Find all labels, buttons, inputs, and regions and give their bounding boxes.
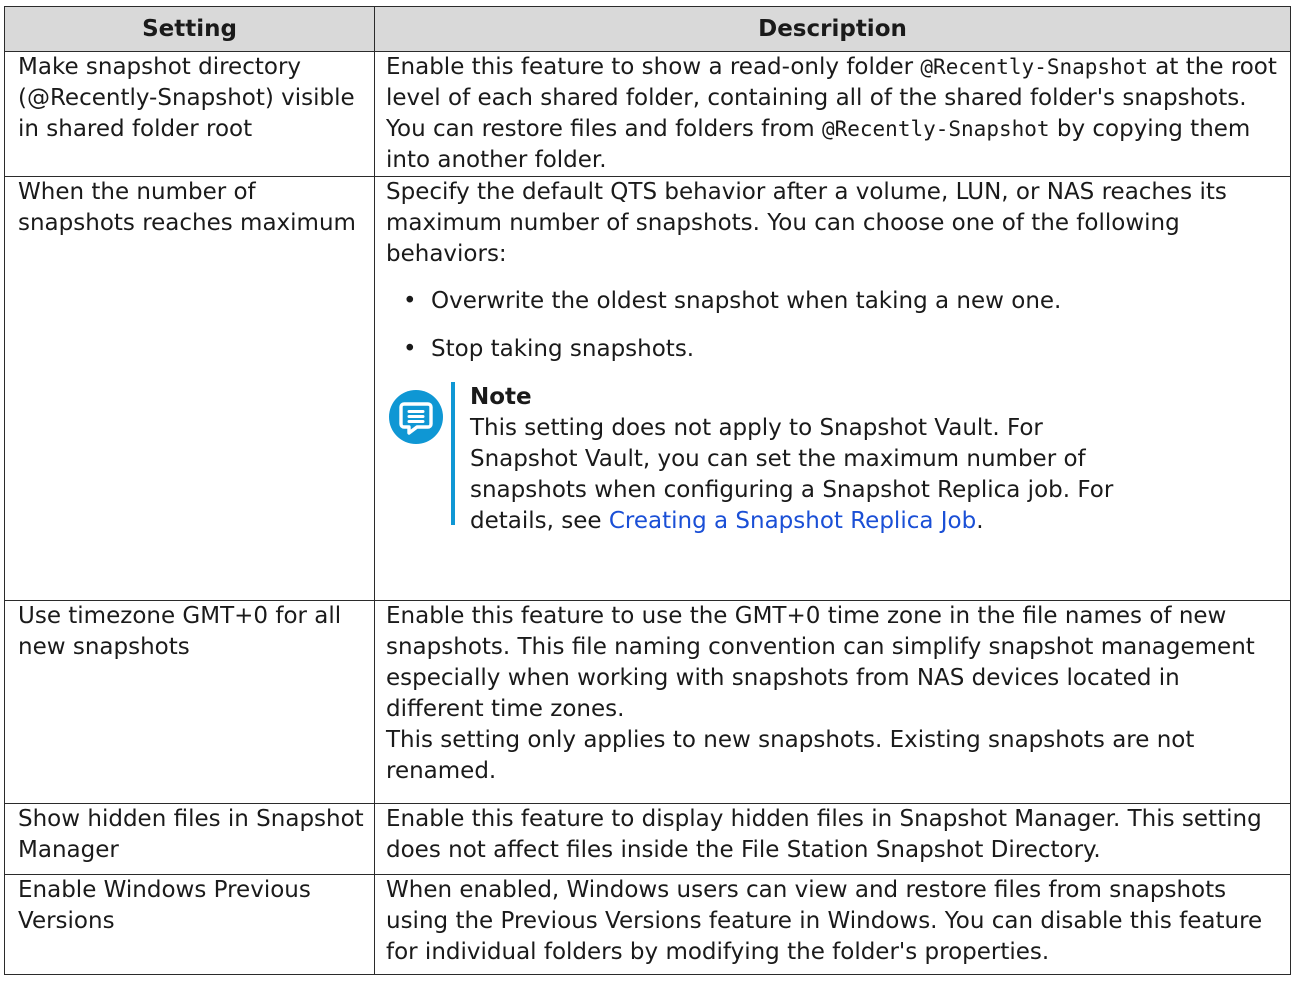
- table-header-row: Setting Description: [4, 6, 1291, 52]
- settings-table: Setting Description Make snapshot direct…: [4, 6, 1291, 975]
- description-cell: Enable this feature to display hidden fi…: [374, 803, 1291, 875]
- description-text: This setting only applies to new snapsho…: [386, 727, 1195, 784]
- table-row: Show hidden files in Snapshot Manager En…: [4, 803, 1291, 875]
- note-text-end: .: [976, 508, 984, 534]
- list-item-text: Overwrite the oldest snapshot when takin…: [431, 288, 1062, 314]
- setting-cell: Use timezone GMT+0 for all new snapshots: [4, 600, 375, 804]
- list-item-text: Stop taking snapshots.: [431, 336, 695, 362]
- note-accent-bar: [451, 382, 455, 525]
- description-text: Specify the default QTS behavior after a…: [386, 179, 1227, 267]
- folder-name-code: @Recently-Snapshot: [920, 55, 1148, 79]
- snapshot-replica-job-link[interactable]: Creating a Snapshot Replica Job: [609, 508, 976, 534]
- description-cell: Enable this feature to use the GMT+0 tim…: [374, 600, 1291, 804]
- description-text: Enable this feature to use the GMT+0 tim…: [386, 603, 1255, 722]
- note-body: Note This setting does not apply to Snap…: [470, 382, 1282, 537]
- setting-cell: Make snapshot directory (@Recently-Snaps…: [4, 51, 375, 177]
- table-row: Enable Windows Previous Versions When en…: [4, 874, 1291, 975]
- list-item: • Overwrite the oldest snapshot when taki…: [403, 286, 1282, 317]
- table-row: Use timezone GMT+0 for all new snapshots…: [4, 600, 1291, 804]
- list-item: • Stop taking snapshots.: [403, 334, 1282, 365]
- note-callout: Note This setting does not apply to Snap…: [386, 382, 1282, 534]
- description-text: Enable this feature to show a read-only …: [386, 54, 921, 80]
- header-description: Description: [374, 6, 1291, 52]
- header-setting: Setting: [4, 6, 375, 52]
- table-row: Make snapshot directory (@Recently-Snaps…: [4, 51, 1291, 177]
- description-cell: Specify the default QTS behavior after a…: [374, 176, 1291, 601]
- table-row: When the number of snapshots reaches max…: [4, 176, 1291, 601]
- description-cell: Enable this feature to show a read-only …: [374, 51, 1291, 177]
- behavior-list: • Overwrite the oldest snapshot when taki…: [386, 286, 1282, 365]
- description-cell: When enabled, Windows users can view and…: [374, 874, 1291, 975]
- bullet-icon: •: [403, 288, 417, 314]
- setting-cell: Show hidden files in Snapshot Manager: [4, 803, 375, 875]
- bullet-icon: •: [403, 336, 417, 362]
- note-text: This setting does not apply to Snapshot …: [470, 413, 1150, 537]
- setting-cell: When the number of snapshots reaches max…: [4, 176, 375, 601]
- note-title: Note: [470, 384, 532, 410]
- folder-name-code: @Recently-Snapshot: [821, 117, 1050, 141]
- setting-cell: Enable Windows Previous Versions: [4, 874, 375, 975]
- note-icon: [389, 390, 443, 444]
